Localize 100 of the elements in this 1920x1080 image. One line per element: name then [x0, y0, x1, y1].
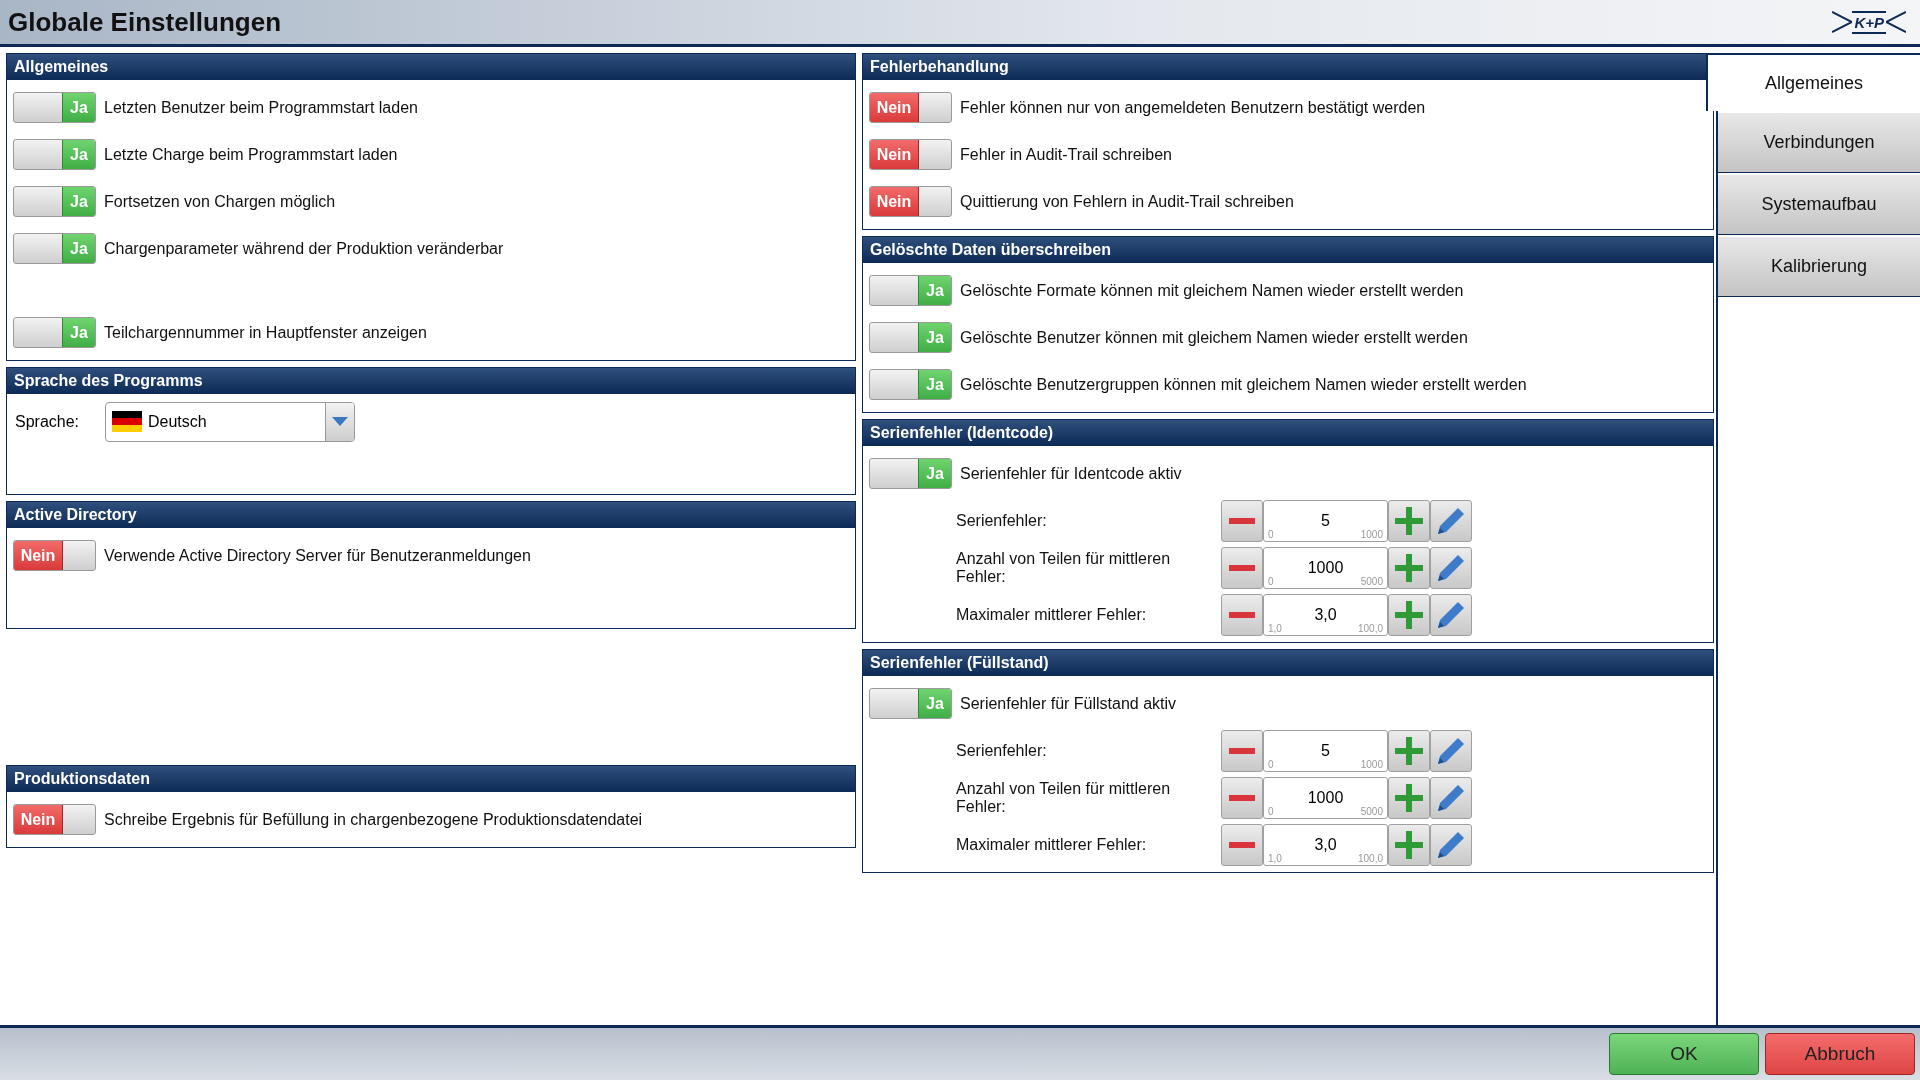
- pencil-icon: [1436, 782, 1466, 813]
- maximum-value: 1000: [1360, 528, 1383, 540]
- section-header: Active Directory: [7, 502, 855, 528]
- setting-label: Letzte Charge beim Programmstart laden: [104, 145, 398, 164]
- cancel-button[interactable]: Abbruch: [1765, 1033, 1915, 1075]
- increment-button[interactable]: [1388, 593, 1430, 636]
- plus-icon: [1395, 736, 1423, 765]
- language-label: Sprache:: [15, 412, 81, 431]
- setting-label: Gelöschte Benutzergruppen können mit gleichem Namen wieder erstellt werden: [960, 375, 1527, 394]
- decrement-button[interactable]: [1221, 546, 1263, 589]
- pencil-icon: [1436, 552, 1466, 583]
- field-label: Serienfehler:: [956, 511, 1048, 530]
- number-field[interactable]: 1000 0 5000: [1263, 776, 1388, 819]
- plus-icon: [1395, 830, 1423, 859]
- german-flag-icon: [112, 411, 142, 432]
- maximum-value: 1000: [1360, 758, 1383, 770]
- toggle-switch[interactable]: Ja: [869, 458, 952, 489]
- decrement-button[interactable]: [1221, 729, 1263, 772]
- edit-button[interactable]: [1430, 546, 1472, 589]
- field-label: Anzahl von Teilen für mittleren Fehler:: [956, 779, 1172, 816]
- minimum-value: 0: [1268, 575, 1274, 587]
- toggle-switch[interactable]: Ja: [869, 275, 952, 306]
- pencil-icon: [1436, 735, 1466, 766]
- number-field[interactable]: 1000 0 5000: [1263, 546, 1388, 589]
- number-field[interactable]: 5 0 1000: [1263, 499, 1388, 542]
- section-header: Sprache des Programms: [7, 368, 855, 394]
- field-label: Anzahl von Teilen für mittleren Fehler:: [956, 549, 1172, 586]
- decrement-button[interactable]: [1221, 823, 1263, 866]
- toggle-switch[interactable]: Nein: [869, 92, 952, 123]
- setting-label: Gelöschte Formate können mit gleichem Namen wieder erstellt werden: [960, 281, 1464, 300]
- minimum-value: 0: [1268, 528, 1274, 540]
- toggle-switch[interactable]: Ja: [869, 369, 952, 400]
- tab[interactable]: Verbindungen: [1718, 113, 1920, 173]
- minimum-value: 0: [1268, 758, 1274, 770]
- setting-label: Serienfehler für Füllstand aktiv: [960, 694, 1177, 713]
- minimum-value: 1,0: [1268, 622, 1282, 634]
- decrement-button[interactable]: [1221, 776, 1263, 819]
- decrement-button[interactable]: [1221, 593, 1263, 636]
- section-header: Gelöschte Daten überschreiben: [863, 237, 1713, 263]
- toggle-switch[interactable]: Nein: [13, 804, 96, 835]
- tab[interactable]: Systemaufbau: [1718, 175, 1920, 235]
- minimum-value: 1,0: [1268, 852, 1282, 864]
- maximum-value: 5000: [1360, 575, 1383, 587]
- minus-icon: [1229, 564, 1255, 571]
- minus-icon: [1229, 517, 1255, 524]
- increment-button[interactable]: [1388, 823, 1430, 866]
- field-label: Maximaler mittlerer Fehler:: [956, 835, 1148, 854]
- pencil-icon: [1436, 505, 1466, 536]
- tab[interactable]: Kalibrierung: [1718, 237, 1920, 297]
- edit-button[interactable]: [1430, 593, 1472, 636]
- language-dropdown[interactable]: Deutsch: [105, 401, 355, 442]
- pencil-icon: [1436, 829, 1466, 860]
- setting-label: Chargenparameter während der Produktion veränderbar: [104, 239, 504, 258]
- increment-button[interactable]: [1388, 776, 1430, 819]
- edit-button[interactable]: [1430, 729, 1472, 772]
- increment-button[interactable]: [1388, 499, 1430, 542]
- setting-label: Letzten Benutzer beim Programmstart laden: [104, 98, 418, 117]
- decrement-button[interactable]: [1221, 499, 1263, 542]
- toggle-switch[interactable]: Nein: [869, 186, 952, 217]
- caret-icon: [332, 416, 348, 427]
- window-title: Globale Einstellungen: [8, 6, 282, 38]
- edit-button[interactable]: [1430, 823, 1472, 866]
- plus-icon: [1395, 783, 1423, 812]
- toggle-switch[interactable]: Ja: [13, 92, 96, 123]
- section-header: Serienfehler (Füllstand): [863, 650, 1713, 676]
- plus-icon: [1395, 600, 1423, 629]
- toggle-switch[interactable]: Ja: [13, 186, 96, 217]
- field-label: Maximaler mittlerer Fehler:: [956, 605, 1148, 624]
- edit-button[interactable]: [1430, 776, 1472, 819]
- pencil-icon: [1436, 599, 1466, 630]
- edit-button[interactable]: [1430, 499, 1472, 542]
- toggle-switch[interactable]: Ja: [13, 317, 96, 348]
- minus-icon: [1229, 794, 1255, 801]
- tab[interactable]: Allgemeines: [1706, 53, 1920, 111]
- toggle-switch[interactable]: Ja: [13, 139, 96, 170]
- number-field[interactable]: 5 0 1000: [1263, 729, 1388, 772]
- setting-label: Teilchargennummer in Hauptfenster anzeigen: [104, 323, 427, 342]
- minus-icon: [1229, 841, 1255, 848]
- number-field[interactable]: 3,0 1,0 100,0: [1263, 823, 1388, 866]
- ok-button[interactable]: OK: [1609, 1033, 1759, 1075]
- setting-label: Fehler können nur von angemeldeten Benutzern bestätigt werden: [960, 98, 1426, 117]
- toggle-switch[interactable]: Ja: [13, 233, 96, 264]
- toggle-switch[interactable]: Ja: [869, 322, 952, 353]
- minus-icon: [1229, 747, 1255, 754]
- increment-button[interactable]: [1388, 546, 1430, 589]
- toggle-switch[interactable]: Nein: [869, 139, 952, 170]
- section-header: Allgemeines: [7, 54, 855, 80]
- minimum-value: 0: [1268, 805, 1274, 817]
- plus-icon: [1395, 553, 1423, 582]
- section-header: Produktionsdaten: [7, 766, 855, 792]
- toggle-switch[interactable]: Nein: [13, 540, 96, 571]
- setting-label: Quittierung von Fehlern in Audit-Trail schreiben: [960, 192, 1294, 211]
- increment-button[interactable]: [1388, 729, 1430, 772]
- maximum-value: 5000: [1360, 805, 1383, 817]
- setting-label: Verwende Active Directory Server für Benutzeranmeldungen: [104, 546, 531, 565]
- maximum-value: 100,0: [1357, 622, 1383, 634]
- company-logo: K+P: [1832, 7, 1906, 37]
- number-field[interactable]: 3,0 1,0 100,0: [1263, 593, 1388, 636]
- toggle-switch[interactable]: Ja: [869, 688, 952, 719]
- setting-label: Fortsetzen von Chargen möglich: [104, 192, 336, 211]
